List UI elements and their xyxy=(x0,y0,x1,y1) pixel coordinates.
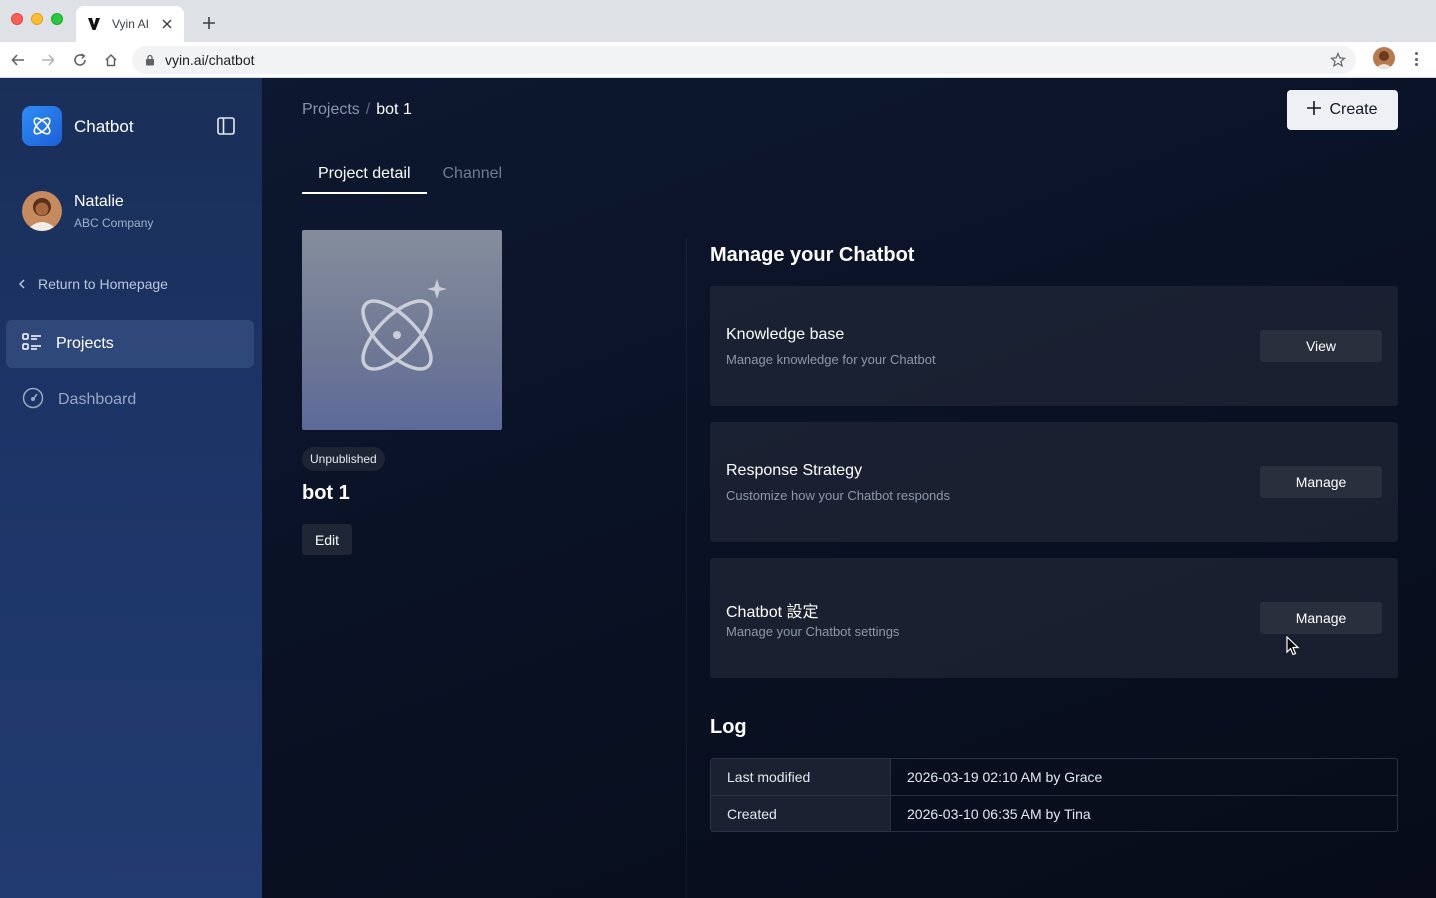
bot-name: bot 1 xyxy=(302,482,350,504)
url-text: vyin.ai/chatbot xyxy=(165,52,255,68)
window-close-button[interactable] xyxy=(11,13,23,25)
browser-profile-avatar[interactable] xyxy=(1373,47,1395,69)
lock-icon xyxy=(144,53,156,67)
return-link-label: Return to Homepage xyxy=(38,276,168,292)
card-title: Chatbot 設定 xyxy=(726,604,819,621)
chevron-left-icon xyxy=(18,276,26,292)
home-icon[interactable] xyxy=(101,50,121,70)
main-content: Projects / bot 1 Create Project detail C… xyxy=(262,78,1436,898)
dashboard-icon xyxy=(22,387,44,414)
knowledge-base-card: Knowledge base Manage knowledge for your… xyxy=(710,286,1398,406)
log-table: Last modified 2026-03-19 02:10 AM by Gra… xyxy=(710,758,1398,832)
view-knowledge-base-button[interactable]: View xyxy=(1260,330,1382,362)
log-label: Created xyxy=(711,796,891,831)
back-icon[interactable] xyxy=(8,50,28,70)
browser-tab[interactable]: Vyin AI xyxy=(76,6,184,42)
new-tab-button[interactable] xyxy=(198,12,220,34)
card-description: Customize how your Chatbot responds xyxy=(726,488,951,503)
sidebar: Chatbot Natalie ABC Company Return to Ho… xyxy=(0,78,262,898)
breadcrumb-projects-link[interactable]: Projects xyxy=(302,101,360,119)
reload-icon[interactable] xyxy=(70,50,90,70)
create-button-label: Create xyxy=(1329,101,1378,118)
close-icon[interactable] xyxy=(160,17,174,31)
list-icon xyxy=(22,332,42,356)
card-description: Manage knowledge for your Chatbot xyxy=(726,352,936,367)
log-section-title: Log xyxy=(710,716,747,738)
log-value: 2026-03-19 02:10 AM by Grace xyxy=(907,769,1103,785)
chatbot-logo-icon xyxy=(22,106,62,146)
sidebar-item-projects[interactable]: Projects xyxy=(6,320,254,368)
card-description: Manage your Chatbot settings xyxy=(726,624,900,639)
browser-tab-title: Vyin AI xyxy=(112,17,149,31)
vyin-favicon-icon xyxy=(86,16,102,32)
mouse-cursor-icon xyxy=(1286,635,1300,656)
breadcrumb-separator: / xyxy=(365,101,371,118)
forward-icon[interactable] xyxy=(38,50,58,70)
bookmark-star-icon[interactable] xyxy=(1330,51,1346,68)
sidebar-item-dashboard[interactable]: Dashboard xyxy=(6,376,254,424)
sidebar-item-label: Dashboard xyxy=(58,391,137,408)
user-company: ABC Company xyxy=(74,216,154,230)
app-name: Chatbot xyxy=(74,117,134,136)
browser-chrome: Vyin AI vyin.ai/chatbot xyxy=(0,0,1436,78)
tab-project-detail[interactable]: Project detail xyxy=(302,158,427,194)
plus-icon xyxy=(1307,100,1322,120)
browser-toolbar: vyin.ai/chatbot xyxy=(0,42,1436,78)
user-name: Natalie xyxy=(74,193,124,210)
status-badge: Unpublished xyxy=(302,447,385,471)
card-title: Knowledge base xyxy=(726,326,845,343)
breadcrumb: Projects / bot 1 xyxy=(302,101,412,119)
browser-menu-icon[interactable] xyxy=(1408,50,1424,68)
response-strategy-card: Response Strategy Customize how your Cha… xyxy=(710,422,1398,542)
manage-section-title: Manage your Chatbot xyxy=(710,244,915,266)
card-title: Response Strategy xyxy=(726,462,863,479)
browser-tabstrip: Vyin AI xyxy=(0,0,1436,42)
column-divider xyxy=(686,238,687,898)
edit-button[interactable]: Edit xyxy=(302,524,352,555)
window-maximize-button[interactable] xyxy=(51,13,63,25)
sidebar-item-label: Projects xyxy=(56,335,114,352)
log-label: Last modified xyxy=(711,759,891,795)
manage-response-strategy-button[interactable]: Manage xyxy=(1260,466,1382,498)
address-bar[interactable]: vyin.ai/chatbot xyxy=(132,46,1356,74)
bot-avatar-image xyxy=(302,230,502,430)
tab-channel[interactable]: Channel xyxy=(427,158,519,194)
return-to-homepage-link[interactable]: Return to Homepage xyxy=(18,276,168,292)
app-root: Chatbot Natalie ABC Company Return to Ho… xyxy=(0,78,1436,898)
sidebar-collapse-icon[interactable] xyxy=(216,116,236,136)
table-row: Last modified 2026-03-19 02:10 AM by Gra… xyxy=(711,759,1397,795)
user-avatar[interactable] xyxy=(22,191,62,231)
log-value: 2026-03-10 06:35 AM by Tina xyxy=(907,806,1091,822)
project-tabs: Project detail Channel xyxy=(302,158,518,194)
window-minimize-button[interactable] xyxy=(31,13,43,25)
chatbot-settings-card: Chatbot 設定 Manage your Chatbot settings … xyxy=(710,558,1398,678)
manage-chatbot-settings-button[interactable]: Manage xyxy=(1260,602,1382,634)
table-row: Created 2026-03-10 06:35 AM by Tina xyxy=(711,795,1397,831)
create-button[interactable]: Create xyxy=(1287,90,1398,130)
atom-sparkle-icon xyxy=(361,279,447,371)
breadcrumb-current: bot 1 xyxy=(376,101,412,118)
